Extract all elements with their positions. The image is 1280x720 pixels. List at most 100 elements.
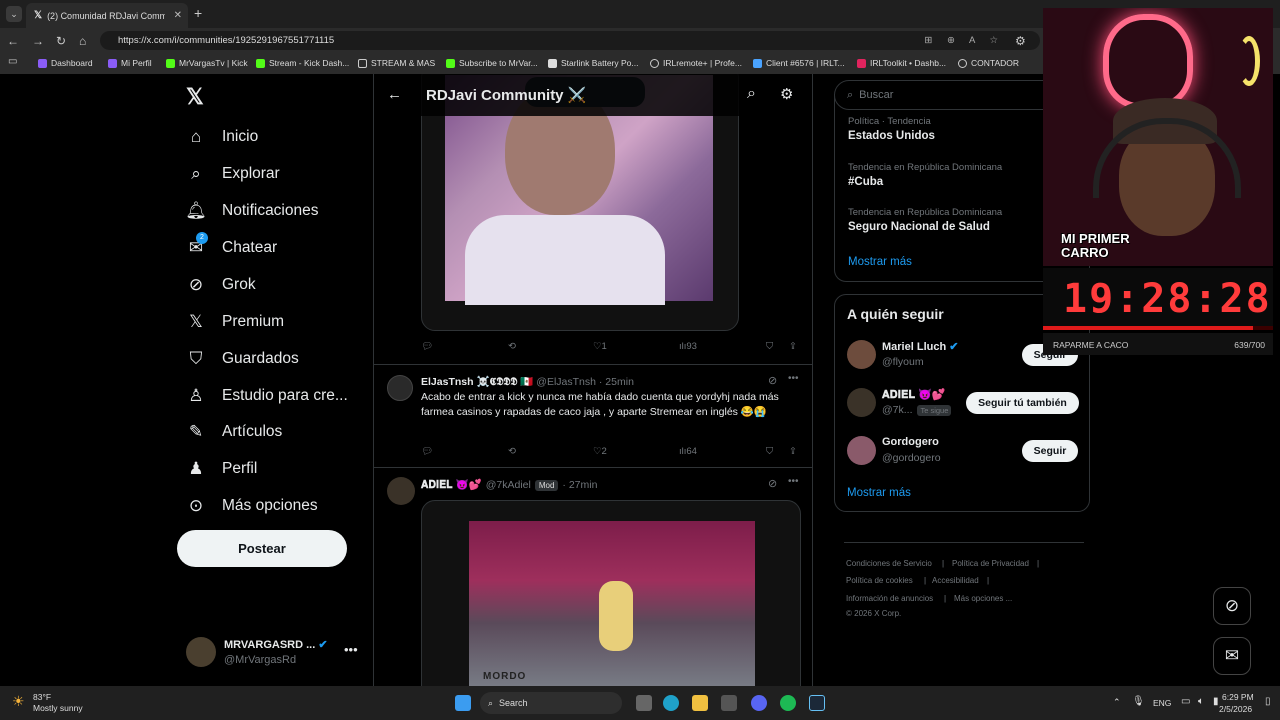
tweet[interactable]: ElJasTnsh ☠️𝕮𝕯𝕯𝕯 🇲🇽 @ElJasTnsh · 25min ⊘…	[374, 365, 812, 467]
more-dots-icon[interactable]: •••	[788, 476, 799, 487]
grok-fab-icon[interactable]: ⊘	[1213, 587, 1251, 625]
follow-suggestion[interactable]: 𝐀𝐃𝐈𝐄𝐋 😈💕 @7k... Te sigue Seguir tú tambi…	[835, 383, 1091, 427]
nav-item-chat[interactable]: ✉ 2 Chatear	[186, 232, 277, 263]
bookmark-item[interactable]: Client #6576 | IRLT...	[753, 58, 845, 68]
spotify-icon[interactable]	[780, 695, 796, 711]
share-icon[interactable]: ⇪	[789, 446, 797, 457]
grok-icon[interactable]: ⊘	[768, 374, 777, 387]
more-dots-icon[interactable]: •••	[344, 642, 358, 657]
follow-suggestion[interactable]: Gordogero @gordogero Seguir	[835, 431, 1091, 475]
author-name[interactable]: ElJasTnsh ☠️𝕮𝕯𝕯𝕯	[421, 376, 517, 388]
nav-item-articles[interactable]: ✎ Artículos	[186, 417, 282, 447]
back-arrow-icon[interactable]: ←	[387, 86, 402, 103]
clock-date[interactable]: 2/5/2026	[1219, 704, 1252, 714]
bookmark-menu-icon[interactable]: ▭	[8, 56, 17, 67]
retweet-icon[interactable]: ⟲	[508, 446, 516, 457]
taskbar-search[interactable]: ⌕ Search	[480, 692, 622, 714]
bookmark-item[interactable]: MrVargasTv | Kick	[166, 58, 248, 68]
tweet-video[interactable]: MORDO	[469, 521, 755, 686]
grok-icon[interactable]: ⊘	[768, 477, 777, 490]
show-more-link[interactable]: Mostrar más	[848, 256, 912, 268]
file-explorer-icon[interactable]	[692, 695, 708, 711]
bookmark-icon[interactable]: ⛉	[766, 446, 773, 457]
bookmark-item[interactable]: IRLToolkit • Dashb...	[857, 58, 946, 68]
bookmark-icon[interactable]: ⛉	[766, 341, 773, 352]
clock-time[interactable]: 6:29 PM	[1222, 692, 1254, 702]
store-icon[interactable]	[721, 695, 737, 711]
footer-link[interactable]: Información de anuncios	[846, 594, 933, 603]
author-name[interactable]: 𝐀𝐃𝐈𝐄𝐋 😈💕	[421, 478, 482, 492]
views-button[interactable]: ılı 64	[679, 446, 697, 457]
footer-link[interactable]: Más opciones ...	[954, 594, 1012, 603]
weather-widget[interactable]: ☀ 83°F Mostly sunny	[12, 692, 102, 716]
new-tab-icon[interactable]: +	[194, 5, 202, 21]
footer-link[interactable]: Accesibilidad	[932, 576, 979, 585]
nav-item-more[interactable]: ⊙ Más opciones	[186, 491, 318, 521]
microphone-icon[interactable]: 🎙︎	[1132, 696, 1145, 707]
bookmark-item[interactable]: Subscribe to MrVar...	[446, 58, 538, 68]
x-logo-icon[interactable]: 𝕏	[186, 84, 204, 110]
extensions-icon[interactable]: ⚙	[1015, 34, 1026, 48]
back-icon[interactable]: ←	[7, 34, 19, 48]
edge-browser-icon[interactable]	[663, 695, 679, 711]
tab-list-chevron-icon[interactable]: ⌄	[6, 6, 22, 22]
bookmark-item[interactable]: Dashboard	[38, 58, 93, 68]
tweet-media-card[interactable]: MORDO	[421, 500, 801, 686]
bookmark-item[interactable]: Stream - Kick Dash...	[256, 58, 349, 68]
reply-icon[interactable]: 💬︎	[421, 341, 433, 352]
avatar[interactable]	[387, 375, 413, 401]
forward-icon[interactable]: →	[32, 34, 44, 48]
language-indicator[interactable]: ENG	[1153, 698, 1171, 708]
discord-icon[interactable]	[751, 695, 767, 711]
close-tab-icon[interactable]: ✕	[174, 10, 182, 21]
nav-item-grok[interactable]: ⊘ Grok	[186, 270, 256, 300]
footer-link[interactable]: Política de Privacidad	[952, 559, 1029, 568]
nav-item-creator-studio[interactable]: ♙ Estudio para cre...	[186, 381, 347, 411]
account-switcher[interactable]: MRVARGASRD ... ✔ @MrVargasRd •••	[186, 634, 366, 674]
author-handle[interactable]: @ElJasTnsh	[536, 376, 596, 388]
volume-icon[interactable]: 🔈︎	[1198, 696, 1204, 707]
like-button[interactable]: ♡ 2	[593, 446, 607, 457]
tweet-time[interactable]: · 25min	[599, 376, 634, 388]
reload-icon[interactable]: ↻	[56, 34, 66, 48]
bookmark-item[interactable]: Mi Perfil	[108, 58, 152, 68]
start-menu-icon[interactable]	[455, 695, 471, 711]
settings-gear-icon[interactable]: ⚙	[780, 85, 793, 103]
address-bar[interactable]: https://x.com/i/communities/192529196755…	[100, 31, 1040, 50]
notification-icon[interactable]: ▯	[1265, 696, 1271, 707]
bookmark-item[interactable]: Starlink Battery Po...	[548, 58, 638, 68]
steam-icon[interactable]	[809, 695, 825, 711]
bookmark-folder[interactable]: STREAM & MAS	[358, 58, 435, 68]
tweet-time[interactable]: · 27min	[562, 479, 597, 491]
browser-tab[interactable]: 𝕏 (2) Comunidad RDJavi Community ✕	[26, 3, 188, 28]
follow-button[interactable]: Seguir	[1022, 440, 1078, 462]
search-icon[interactable]: ⌕	[747, 85, 756, 103]
battery-icon[interactable]: ▮	[1213, 696, 1219, 707]
views-button[interactable]: ılı 93	[679, 341, 697, 352]
task-view-icon[interactable]	[636, 695, 652, 711]
show-more-link[interactable]: Mostrar más	[847, 487, 911, 499]
follow-back-button[interactable]: Seguir tú también	[966, 392, 1079, 414]
chevron-up-icon[interactable]: ⌃	[1113, 697, 1121, 708]
nav-item-premium[interactable]: 𝕏 Premium	[186, 307, 284, 337]
nav-item-bookmarks[interactable]: ⛉ Guardados	[186, 344, 299, 374]
nav-item-notifications[interactable]: 🔔︎ Notificaciones	[185, 196, 318, 226]
nav-item-profile[interactable]: ♟ Perfil	[186, 454, 257, 484]
like-button[interactable]: ♡ 1	[593, 341, 607, 352]
bookmark-item[interactable]: IRLremote+ | Profe...	[650, 58, 742, 68]
tweet[interactable]: 𝐀𝐃𝐈𝐄𝐋 😈💕 @7kAdiel Mod · 27min ⊘ ••• MORD…	[374, 468, 812, 686]
more-dots-icon[interactable]: •••	[788, 373, 799, 384]
bookmark-item[interactable]: CONTADOR	[958, 58, 1019, 68]
share-icon[interactable]: ⇪	[789, 341, 797, 352]
nav-item-home[interactable]: ⌂ Inicio	[186, 122, 258, 152]
network-icon[interactable]: ▭	[1181, 696, 1190, 707]
author-handle[interactable]: @7kAdiel	[486, 479, 531, 491]
post-button[interactable]: Postear	[177, 530, 347, 567]
footer-link[interactable]: Condiciones de Servicio	[846, 559, 932, 568]
footer-link[interactable]: Política de cookies	[846, 576, 913, 585]
home-icon[interactable]: ⌂	[79, 34, 86, 48]
avatar[interactable]	[387, 477, 415, 505]
nav-item-explore[interactable]: ⌕ Explorar	[186, 159, 279, 189]
reply-icon[interactable]: 💬︎	[421, 446, 433, 457]
retweet-icon[interactable]: ⟲	[508, 341, 516, 352]
